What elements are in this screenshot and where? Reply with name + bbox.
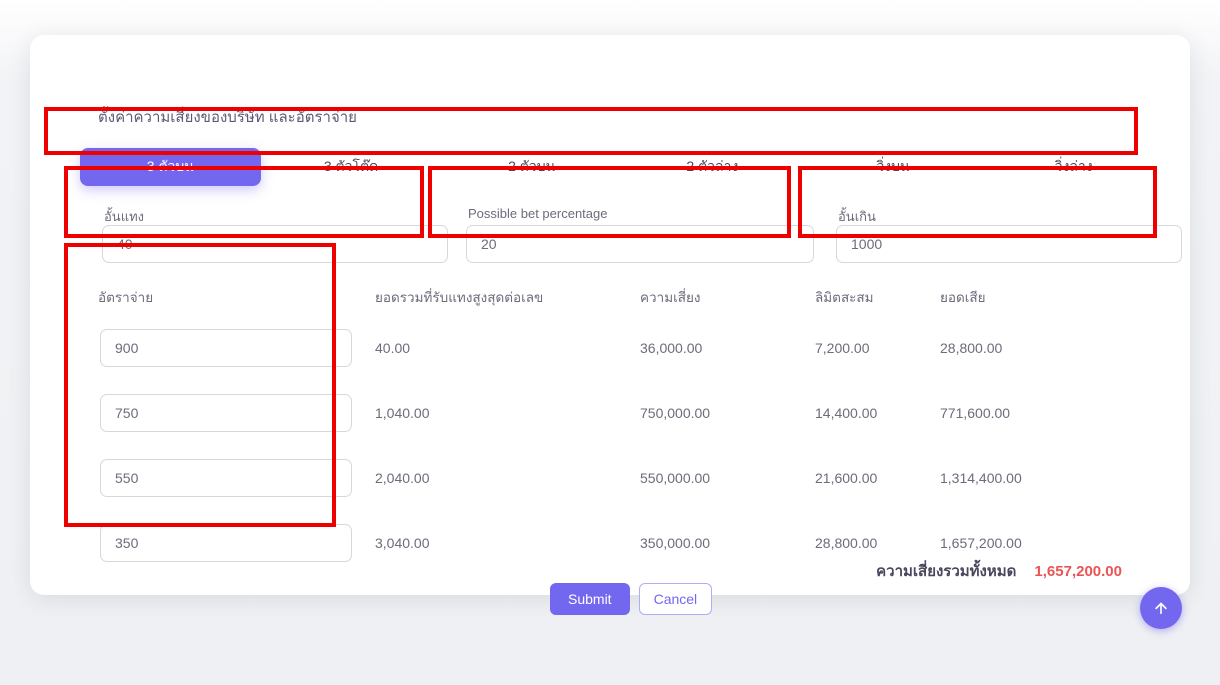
footer-buttons: Submit Cancel [550,583,712,615]
payout-rate-input-3[interactable] [100,459,352,497]
column-header-loss: ยอดเสีย [940,286,986,308]
over-limit-input[interactable] [836,225,1182,263]
total-risk-label: ความเสี่ยงรวมทั้งหมด [876,559,1016,583]
cell-loss-2: 771,600.00 [940,405,1010,421]
cell-limit-3: 21,600.00 [815,470,877,486]
tab-3-tod[interactable]: 3 ตัวโต๊ด [261,148,442,186]
cell-max-total-2: 1,040.00 [375,405,430,421]
cell-max-total-1: 40.00 [375,340,410,356]
settings-card: ตั้งค่าความเสี่ยงของบริษัท และอัตราจ่าย … [30,35,1190,595]
payout-rate-input-4[interactable] [100,524,352,562]
cell-limit-4: 28,800.00 [815,535,877,551]
tab-run-top[interactable]: วิ่งบน [803,148,984,186]
cell-risk-2: 750,000.00 [640,405,710,421]
cancel-button[interactable]: Cancel [639,583,713,615]
cell-max-total-3: 2,040.00 [375,470,430,486]
cell-limit-2: 14,400.00 [815,405,877,421]
tab-3-top[interactable]: 3 ตัวบน [80,148,261,186]
cell-risk-4: 350,000.00 [640,535,710,551]
cell-risk-3: 550,000.00 [640,470,710,486]
up-arrow-icon [1152,599,1170,617]
total-risk-row: ความเสี่ยงรวมทั้งหมด 1,657,200.00 [876,559,1122,583]
page-title: ตั้งค่าความเสี่ยงของบริษัท และอัตราจ่าย [98,105,357,129]
column-header-payout-rate: อัตราจ่าย [98,286,153,308]
submit-button[interactable]: Submit [550,583,630,615]
column-header-risk: ความเสี่ยง [640,286,700,308]
cell-loss-3: 1,314,400.00 [940,470,1022,486]
cell-max-total-4: 3,040.00 [375,535,430,551]
payout-rate-input-2[interactable] [100,394,352,432]
scroll-to-top-button[interactable] [1140,587,1182,629]
cell-risk-1: 36,000.00 [640,340,702,356]
possible-bet-percentage-input[interactable] [466,225,814,263]
over-limit-label: อั้นเกิน [838,206,876,227]
bet-type-tabbar: 3 ตัวบน 3 ตัวโต๊ด 2 ตัวบน 2 ตัวล่าง วิ่ง… [80,147,1164,187]
tab-2-bottom[interactable]: 2 ตัวล่าง [622,148,803,186]
cell-limit-1: 7,200.00 [815,340,870,356]
bet-limit-label: อั้นแทง [104,206,144,227]
tab-run-bottom[interactable]: วิ่งล่าง [983,148,1164,186]
cell-loss-1: 28,800.00 [940,340,1002,356]
possible-bet-percentage-label: Possible bet percentage [468,206,607,221]
tab-2-top[interactable]: 2 ตัวบน [441,148,622,186]
payout-rate-input-1[interactable] [100,329,352,367]
column-header-accumulated-limit: ลิมิตสะสม [815,286,874,308]
column-header-max-bet-total: ยอดรวมที่รับแทงสูงสุดต่อเลข [375,286,543,308]
cell-loss-4: 1,657,200.00 [940,535,1022,551]
total-risk-value: 1,657,200.00 [1034,563,1122,580]
bet-limit-input[interactable] [102,225,448,263]
